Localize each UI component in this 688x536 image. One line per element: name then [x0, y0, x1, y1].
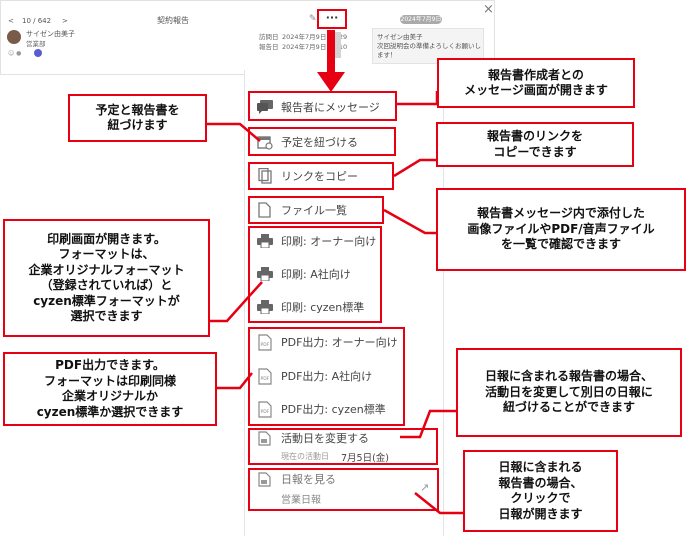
callout-print: 印刷画面が開きます。 フォーマットは、 企業オリジナルフォーマット （登録されて…	[3, 219, 210, 337]
callout-change-date: 日報に含まれる報告書の場合、 活動日を変更して別日の日報に 紐づけることができま…	[456, 348, 682, 437]
callout-pdf: PDF出力できます。 フォーマットは印刷同様 企業オリジナルか cyzen標準か…	[3, 352, 217, 426]
callout-files: 報告書メッセージ内で添付した 画像ファイルやPDF/音声ファイル を一覧で確認で…	[436, 188, 686, 271]
callout-message: 報告書作成者との メッセージ画面が開きます	[437, 58, 635, 108]
callout-schedule: 予定と報告書を 紐づけます	[68, 94, 207, 142]
callout-link: 報告書のリンクを コピーできます	[436, 122, 634, 167]
callout-daily: 日報に含まれる 報告書の場合、 クリックで 日報が開きます	[463, 450, 618, 532]
arrow-shaft	[327, 30, 335, 74]
down-arrow-icon	[317, 72, 345, 92]
